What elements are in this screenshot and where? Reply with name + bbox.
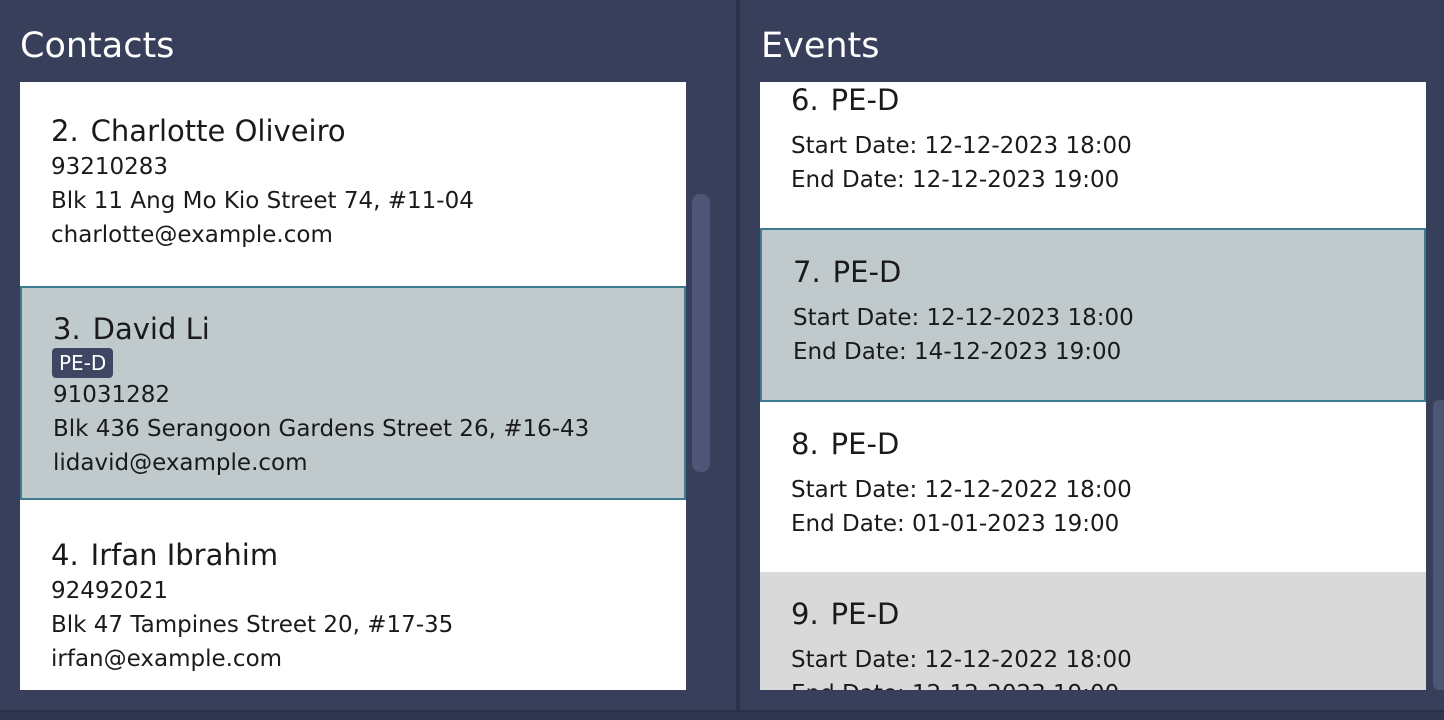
event-end-date: End Date: 01-01-2023 19:00 [791,511,1120,537]
contact-index: 2. [51,114,79,148]
event-name: PE-D [830,597,900,631]
event-index: 8. [791,427,819,461]
event-index: 6. [791,83,819,117]
contact-card-selected[interactable]: 3. David Li PE-D 91031282 Blk 436 Serango… [20,286,686,500]
event-start-date: Start Date: 12-12-2022 18:00 [791,477,1132,503]
events-title: Events [761,26,880,66]
contacts-scrollbar-thumb[interactable] [692,194,710,472]
contact-name: Charlotte Oliveiro [90,114,346,148]
app-window: Contacts 2. Charlotte Oliveiro 93210283 B… [0,0,1444,720]
contact-email: irfan@example.com [51,646,283,672]
event-card[interactable]: 8. PE-D Start Date: 12-12-2022 18:00 End … [760,402,1426,572]
contact-card[interactable]: 4. Irfan Ibrahim 92492021 Blk 47 Tampines… [20,500,686,690]
event-name: PE-D [830,83,900,117]
contact-name-line: 4. Irfan Ibrahim [51,537,278,573]
event-card[interactable]: 6. PE-D Start Date: 12-12-2023 18:00 End … [760,82,1426,228]
contact-name-line: 3. David Li [53,311,210,347]
contact-phone: 92492021 [51,578,169,604]
event-name: PE-D [830,427,900,461]
event-index: 9. [791,597,819,631]
contact-phone: 93210283 [51,154,169,180]
event-start-date: Start Date: 12-12-2023 18:00 [793,305,1134,331]
contacts-list[interactable]: 2. Charlotte Oliveiro 93210283 Blk 11 Ang… [20,82,686,690]
contact-phone: 91031282 [53,382,171,408]
contacts-title: Contacts [20,26,175,66]
event-name-line: 8. PE-D [791,426,899,462]
event-end-date: End Date: 14-12-2023 19:00 [793,339,1122,365]
events-scrollbar-thumb[interactable] [1433,400,1444,690]
contact-address: Blk 436 Serangoon Gardens Street 26, #16… [53,416,590,442]
event-name: PE-D [832,255,902,289]
contact-address: Blk 47 Tampines Street 20, #17-35 [51,612,454,638]
contact-address: Blk 11 Ang Mo Kio Street 74, #11-04 [51,188,474,214]
status-bar [0,710,1444,720]
event-name-line: 6. PE-D [791,82,899,118]
event-card-selected[interactable]: 7. PE-D Start Date: 12-12-2023 18:00 End … [760,228,1426,402]
contacts-panel: Contacts 2. Charlotte Oliveiro 93210283 B… [0,0,736,710]
event-end-date: End Date: 12-12-2023 19:00 [791,167,1120,193]
event-name-line: 7. PE-D [793,254,901,290]
contact-email: charlotte@example.com [51,222,333,248]
events-panel: Events 6. PE-D Start Date: 12-12-2023 18:… [740,0,1444,710]
event-end-date: End Date: 12-12-2023 19:00 [791,679,1119,690]
event-start-date: Start Date: 12-12-2022 18:00 [791,647,1132,673]
contact-name-line: 2. Charlotte Oliveiro [51,113,346,149]
contact-index: 4. [51,538,79,572]
event-card[interactable]: 9. PE-D Start Date: 12-12-2022 18:00 End … [760,572,1426,690]
contact-email: lidavid@example.com [53,450,308,476]
contact-index: 3. [53,312,81,346]
event-name-line: 9. PE-D [791,596,899,632]
contact-card[interactable]: 2. Charlotte Oliveiro 93210283 Blk 11 Ang… [20,82,686,286]
contact-tag: PE-D [52,348,114,378]
contact-name: David Li [92,312,210,346]
contact-name: Irfan Ibrahim [90,538,279,572]
event-index: 7. [793,255,821,289]
event-start-date: Start Date: 12-12-2023 18:00 [791,133,1132,159]
events-list[interactable]: 6. PE-D Start Date: 12-12-2023 18:00 End … [760,82,1426,690]
